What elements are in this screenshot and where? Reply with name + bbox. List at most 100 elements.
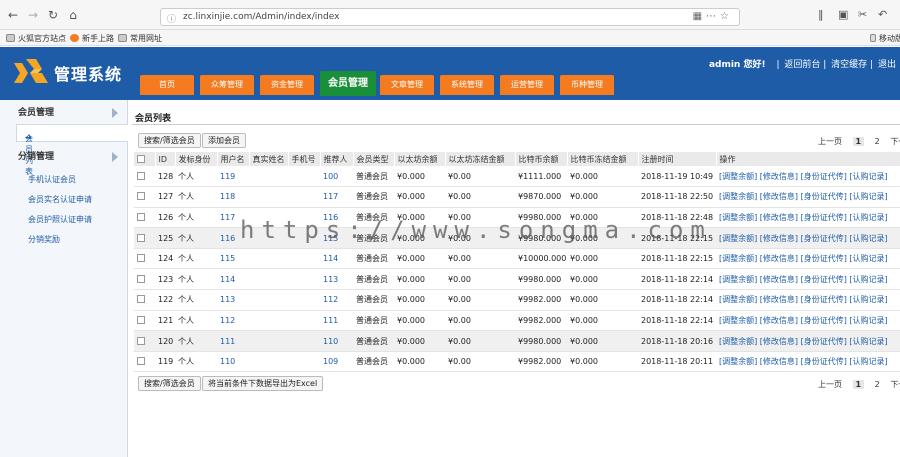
tab-operations[interactable]: 运营管理 (500, 75, 554, 95)
screenshot-icon[interactable]: ✂ (858, 8, 867, 21)
subscription-records-link[interactable]: [认购记录] (849, 234, 887, 243)
prev-page-link[interactable]: 上一页 (818, 137, 842, 146)
adjust-balance-link[interactable]: [调整余额] (719, 192, 757, 201)
edit-info-link[interactable]: [修改信息] (760, 295, 798, 304)
upload-id-link[interactable]: [身份证代传] (801, 234, 847, 243)
bookmark-item[interactable]: 常用网址 (118, 33, 162, 44)
sidebar-item-distribution-rewards[interactable]: 分销奖励 (28, 234, 60, 245)
adjust-balance-link[interactable]: [调整余额] (719, 337, 757, 346)
library-icon[interactable]: ‖ (818, 8, 824, 21)
subscription-records-link[interactable]: [认购记录] (849, 337, 887, 346)
row-checkbox[interactable] (134, 186, 155, 208)
edit-info-link[interactable]: [修改信息] (760, 234, 798, 243)
cell-user[interactable]: 113 (217, 289, 249, 311)
cell-user[interactable]: 114 (217, 268, 249, 291)
sidebar-icon[interactable]: ▣ (838, 8, 848, 21)
sidebar-item-phone-verified[interactable]: 手机认证会员 (28, 174, 76, 185)
address-bar[interactable]: ⓘ zc.linxinjie.com/Admin/index/index ▦⋯☆ (160, 8, 740, 26)
page-1-link[interactable]: 1 (852, 380, 865, 389)
next-page-link[interactable]: 下一页 (890, 137, 900, 146)
subscription-records-link[interactable]: [认购记录] (849, 275, 887, 284)
home-icon[interactable]: ⌂ (66, 8, 80, 22)
sidebar-item-realname-requests[interactable]: 会员实名认证申请 (28, 194, 92, 205)
edit-info-link[interactable]: [修改信息] (760, 172, 798, 181)
row-checkbox[interactable] (134, 166, 155, 188)
adjust-balance-link[interactable]: [调整余额] (719, 172, 757, 181)
subscription-records-link[interactable]: [认购记录] (849, 172, 887, 181)
cell-ref[interactable]: 117 (320, 186, 353, 208)
subscription-records-link[interactable]: [认购记录] (849, 213, 887, 222)
row-checkbox[interactable] (134, 227, 155, 249)
adjust-balance-link[interactable]: [调整余额] (719, 295, 757, 304)
upload-id-link[interactable]: [身份证代传] (801, 254, 847, 263)
row-checkbox[interactable] (134, 207, 155, 229)
tab-currency[interactable]: 币种管理 (560, 75, 614, 95)
row-checkbox[interactable] (134, 330, 155, 352)
back-to-front-link[interactable]: 返回前台 (784, 60, 820, 70)
add-member-button[interactable]: 添加会员 (202, 133, 246, 148)
upload-id-link[interactable]: [身份证代传] (801, 213, 847, 222)
upload-id-link[interactable]: [身份证代传] (801, 357, 847, 366)
page-2-link[interactable]: 2 (875, 137, 880, 146)
subscription-records-link[interactable]: [认购记录] (849, 192, 887, 201)
subscription-records-link[interactable]: [认购记录] (849, 295, 887, 304)
row-checkbox[interactable] (134, 310, 155, 332)
cell-user[interactable]: 119 (217, 166, 249, 188)
upload-id-link[interactable]: [身份证代传] (801, 192, 847, 201)
search-filter-button[interactable]: 搜索/筛选会员 (138, 133, 201, 148)
tab-articles[interactable]: 文章管理 (380, 75, 434, 95)
url-text[interactable]: zc.linxinjie.com/Admin/index/index (183, 12, 339, 22)
edit-info-link[interactable]: [修改信息] (760, 357, 798, 366)
cell-ref[interactable]: 100 (320, 166, 353, 188)
edit-info-link[interactable]: [修改信息] (760, 192, 798, 201)
upload-id-link[interactable]: [身份证代传] (801, 337, 847, 346)
subscription-records-link[interactable]: [认购记录] (849, 357, 887, 366)
row-checkbox[interactable] (134, 248, 155, 270)
cell-ref[interactable]: 109 (320, 351, 353, 373)
prev-page-link[interactable]: 上一页 (818, 380, 842, 389)
tab-system[interactable]: 系统管理 (440, 75, 494, 95)
row-checkbox[interactable] (134, 289, 155, 311)
adjust-balance-link[interactable]: [调整余额] (719, 254, 757, 263)
forward-icon[interactable]: → (26, 8, 40, 22)
cell-user[interactable]: 118 (217, 186, 249, 208)
logout-link[interactable]: 退出 (878, 60, 896, 70)
cell-user[interactable]: 110 (217, 351, 249, 373)
upload-id-link[interactable]: [身份证代传] (801, 275, 847, 284)
cell-ref[interactable]: 110 (320, 330, 353, 352)
cell-ref[interactable]: 111 (320, 310, 353, 332)
row-checkbox[interactable] (134, 268, 155, 291)
back-icon[interactable]: ← (6, 8, 20, 22)
edit-info-link[interactable]: [修改信息] (760, 254, 798, 263)
sidebar-item-passport-requests[interactable]: 会员护照认证申请 (28, 214, 92, 225)
adjust-balance-link[interactable]: [调整余额] (719, 234, 757, 243)
adjust-balance-link[interactable]: [调整余额] (719, 275, 757, 284)
tab-funds[interactable]: 资金管理 (260, 75, 314, 95)
tab-home[interactable]: 首页 (140, 75, 194, 95)
bookmark-item[interactable]: 新手上路 (70, 33, 114, 44)
tab-members[interactable]: 会员管理 (320, 71, 376, 96)
next-page-link[interactable]: 下一页 (890, 380, 900, 389)
adjust-balance-link[interactable]: [调整余额] (719, 213, 757, 222)
page-1-link[interactable]: 1 (852, 137, 865, 146)
cell-user[interactable]: 112 (217, 310, 249, 332)
edit-info-link[interactable]: [修改信息] (760, 213, 798, 222)
upload-id-link[interactable]: [身份证代传] (801, 172, 847, 181)
sidebar-group-distribution[interactable]: 分销管理 (0, 148, 128, 166)
adjust-balance-link[interactable]: [调整余额] (719, 357, 757, 366)
edit-info-link[interactable]: [修改信息] (760, 275, 798, 284)
select-all-checkbox[interactable] (134, 152, 156, 166)
edit-info-link[interactable]: [修改信息] (760, 337, 798, 346)
cell-ref[interactable]: 113 (320, 268, 353, 291)
subscription-records-link[interactable]: [认购记录] (849, 254, 887, 263)
row-checkbox[interactable] (134, 351, 155, 373)
cell-user[interactable]: 111 (217, 330, 249, 352)
export-excel-button[interactable]: 将当前条件下数据导出为Excel (202, 376, 324, 391)
page-2-link[interactable]: 2 (875, 380, 880, 389)
search-filter-button-bottom[interactable]: 搜索/筛选会员 (138, 376, 201, 391)
cell-ref[interactable]: 114 (320, 248, 353, 270)
sync-icon[interactable]: ↶ (878, 8, 887, 21)
upload-id-link[interactable]: [身份证代传] (801, 295, 847, 304)
sidebar-group-members[interactable]: 会员管理 (0, 104, 128, 122)
bookmark-item[interactable]: 火狐官方站点 (6, 33, 66, 44)
